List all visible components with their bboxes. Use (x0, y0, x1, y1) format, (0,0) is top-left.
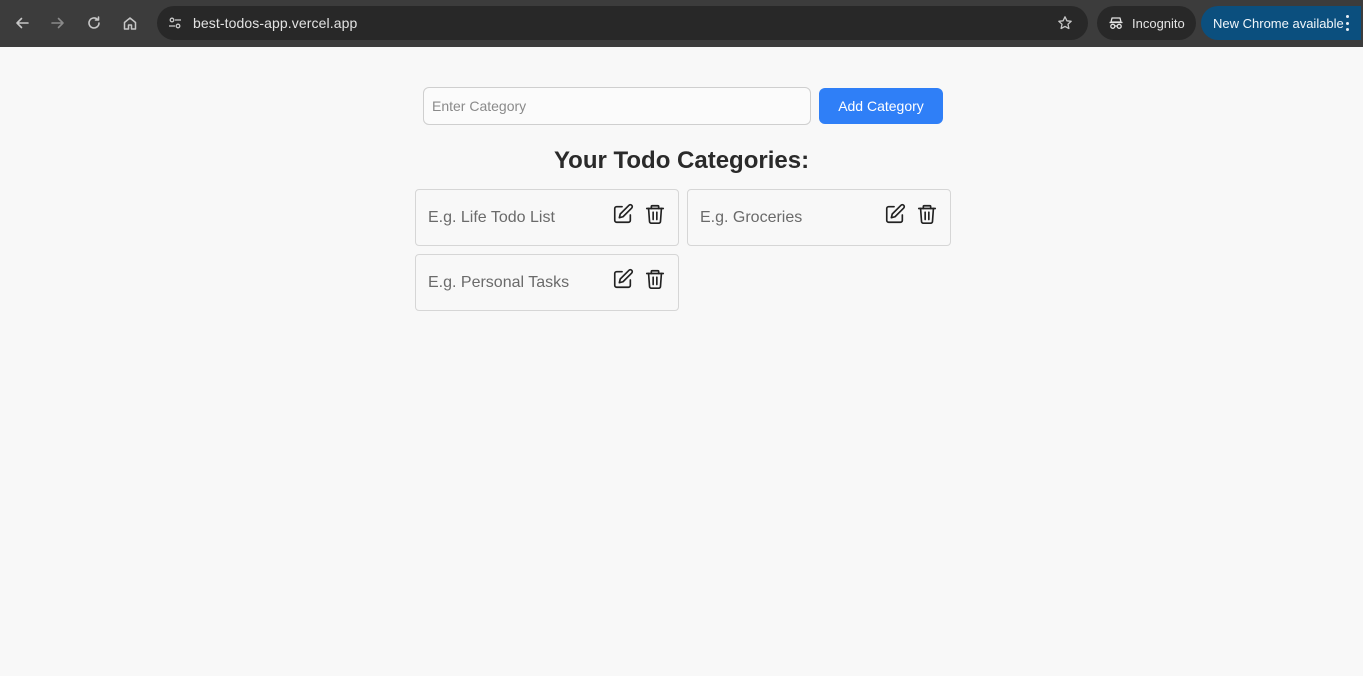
category-input[interactable] (423, 87, 811, 125)
update-label: New Chrome available (1213, 15, 1344, 31)
reload-button[interactable] (82, 11, 106, 35)
incognito-label: Incognito (1132, 15, 1185, 31)
tune-icon (169, 17, 181, 29)
delete-button[interactable] (915, 202, 939, 226)
page-content: Add Category Your Todo Categories: E.g. … (0, 47, 1363, 676)
incognito-indicator[interactable]: Incognito (1097, 6, 1196, 40)
page-title: Your Todo Categories: (553, 147, 810, 174)
reload-icon (88, 16, 100, 29)
add-category-button[interactable]: Add Category (819, 88, 943, 124)
edit-button[interactable] (883, 202, 907, 226)
category-card[interactable]: E.g. Personal Tasks (415, 254, 679, 311)
kebab-menu-icon[interactable] (1345, 15, 1349, 31)
edit-icon (613, 203, 634, 224)
delete-button[interactable] (643, 267, 667, 291)
trash-icon (917, 204, 937, 224)
edit-icon (613, 268, 634, 289)
category-card[interactable]: E.g. Life Todo List (415, 189, 679, 246)
address-bar[interactable]: best-todos-app.vercel.app (157, 6, 1088, 40)
home-icon (123, 17, 137, 30)
delete-button[interactable] (643, 202, 667, 226)
category-name: E.g. Groceries (700, 209, 803, 226)
trash-icon (645, 269, 665, 289)
edit-button[interactable] (611, 202, 635, 226)
incognito-icon (1109, 17, 1123, 29)
url-text: best-todos-app.vercel.app (193, 15, 358, 31)
arrow-left-icon (16, 17, 29, 29)
forward-button[interactable] (46, 11, 70, 35)
edit-icon (885, 203, 906, 224)
browser-toolbar: best-todos-app.vercel.app Incognito New … (0, 0, 1363, 47)
bookmark-button[interactable] (1056, 14, 1074, 32)
site-info-button[interactable] (163, 11, 187, 35)
category-card[interactable]: E.g. Groceries (687, 189, 951, 246)
back-button[interactable] (10, 11, 34, 35)
category-name: E.g. Personal Tasks (428, 274, 570, 291)
trash-icon (645, 204, 665, 224)
edit-button[interactable] (611, 267, 635, 291)
home-button[interactable] (118, 11, 142, 35)
category-name: E.g. Life Todo List (428, 209, 555, 226)
star-icon (1058, 16, 1072, 30)
arrow-right-icon (51, 17, 64, 29)
chrome-update-button[interactable]: New Chrome available (1201, 6, 1361, 40)
